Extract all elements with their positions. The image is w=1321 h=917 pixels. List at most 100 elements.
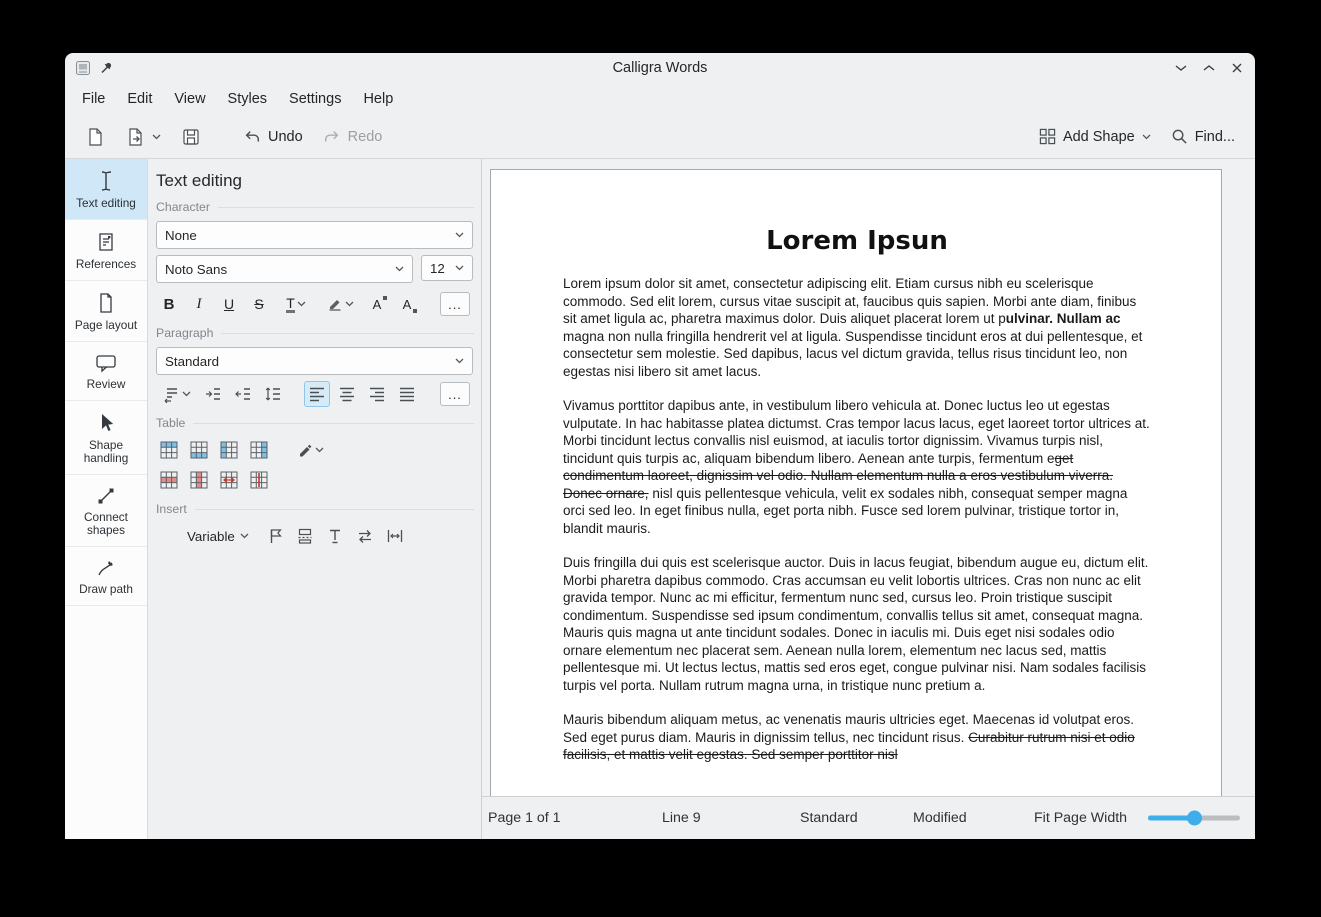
character-format-row: B I U S T A A ... xyxy=(156,291,474,317)
menu-view[interactable]: View xyxy=(163,86,216,112)
document-title[interactable]: Lorem Ipsun xyxy=(563,226,1151,256)
zoom-mode-button[interactable]: Fit Page Width xyxy=(1034,810,1127,826)
paragraph[interactable]: Mauris bibendum aliquam metus, ac venena… xyxy=(563,711,1151,764)
sidebar-item-page-layout[interactable]: Page layout xyxy=(65,281,147,342)
document-page[interactable]: Lorem Ipsun Lorem ipsum dolor sit amet, … xyxy=(490,169,1222,796)
align-right-icon xyxy=(368,385,386,403)
align-left-button[interactable] xyxy=(304,381,330,407)
variable-select[interactable]: Variable xyxy=(178,524,258,549)
paragraph[interactable]: Vivamus porttitor dapibus ante, in vesti… xyxy=(563,397,1151,537)
document-area[interactable]: Lorem Ipsun Lorem ipsum dolor sit amet, … xyxy=(482,159,1255,796)
split-cells-icon xyxy=(249,470,269,490)
app-icon xyxy=(75,60,91,76)
maximize-button[interactable] xyxy=(1201,60,1217,76)
line-spacing-button[interactable] xyxy=(260,381,286,407)
sidebar-item-connect-shapes[interactable]: Connect shapes xyxy=(65,475,147,547)
font-family-select[interactable]: Noto Sans xyxy=(156,255,413,283)
font-size-select[interactable]: 12 xyxy=(421,255,473,281)
paragraph-style-select[interactable]: Standard xyxy=(156,347,473,375)
insert-column-left-button[interactable] xyxy=(216,437,242,463)
superscript-button[interactable]: A xyxy=(364,291,390,317)
paragraph-format-row: ... xyxy=(156,381,474,407)
shape-handling-icon xyxy=(96,412,116,434)
font-size-value: 12 xyxy=(430,261,445,276)
close-button[interactable] xyxy=(1229,60,1245,76)
zoom-slider[interactable] xyxy=(1148,797,1240,839)
insert-section-button[interactable] xyxy=(292,523,318,549)
sidebar-item-text-editing[interactable]: Text editing xyxy=(65,159,147,220)
distribute-button[interactable] xyxy=(382,523,408,549)
increase-indent-button[interactable] xyxy=(200,381,226,407)
sidebar-item-review[interactable]: Review xyxy=(65,342,147,401)
align-center-button[interactable] xyxy=(334,381,360,407)
decrease-indent-button[interactable] xyxy=(230,381,256,407)
align-justify-button[interactable] xyxy=(394,381,420,407)
menu-file[interactable]: File xyxy=(71,86,116,112)
text-run[interactable]: magna non nulla fringilla hendrerit vel … xyxy=(563,329,1142,379)
redo-button[interactable]: Redo xyxy=(315,122,391,152)
swap-direction-button[interactable] xyxy=(352,523,378,549)
paragraph[interactable]: Duis fringilla dui quis est scelerisque … xyxy=(563,554,1151,694)
insert-column-right-button[interactable] xyxy=(246,437,272,463)
split-cells-button[interactable] xyxy=(246,467,272,493)
highlight-color-button[interactable] xyxy=(320,291,360,317)
table-border-pen-button[interactable] xyxy=(290,437,330,463)
align-right-button[interactable] xyxy=(364,381,390,407)
menu-styles[interactable]: Styles xyxy=(217,86,279,112)
underline-button[interactable]: U xyxy=(216,291,242,317)
menu-settings[interactable]: Settings xyxy=(278,86,352,112)
text-run[interactable]: ulvinar. Nullam ac xyxy=(1006,311,1121,326)
character-section-label: Character xyxy=(156,200,210,214)
italic-button[interactable]: I xyxy=(186,291,212,317)
insert-text-icon xyxy=(326,527,344,545)
subscript-button[interactable]: A xyxy=(394,291,420,317)
character-style-select[interactable]: None xyxy=(156,221,473,249)
insert-text-button[interactable] xyxy=(322,523,348,549)
insert-row-below-button[interactable] xyxy=(186,437,212,463)
text-run[interactable]: nisl quis pellentesque vehicula, velit e… xyxy=(563,486,1127,536)
paragraph[interactable]: Lorem ipsum dolor sit amet, consectetur … xyxy=(563,275,1151,380)
variable-label: Variable xyxy=(187,529,235,544)
insert-row-above-button[interactable] xyxy=(156,437,182,463)
increase-indent-icon xyxy=(204,385,222,403)
add-shape-button[interactable]: Add Shape xyxy=(1031,122,1159,151)
menu-help[interactable]: Help xyxy=(352,86,404,112)
subscript-icon: A xyxy=(403,297,412,312)
insert-bookmark-button[interactable] xyxy=(262,523,288,549)
undo-button[interactable]: Undo xyxy=(235,122,311,152)
find-button[interactable]: Find... xyxy=(1163,122,1243,151)
menu-edit[interactable]: Edit xyxy=(116,86,163,112)
minimize-button[interactable] xyxy=(1173,60,1189,76)
sidebar-item-shape-handling[interactable]: Shape handling xyxy=(65,401,147,475)
text-color-button[interactable]: T xyxy=(276,291,316,317)
paragraph-style-indicator[interactable]: Standard xyxy=(800,810,858,826)
character-more-button[interactable]: ... xyxy=(440,292,470,316)
new-document-button[interactable] xyxy=(77,121,113,153)
bold-button[interactable]: B xyxy=(156,291,182,317)
line-indicator: Line 9 xyxy=(662,810,701,826)
text-run[interactable]: Duis fringilla dui quis est scelerisque … xyxy=(563,555,1148,693)
delete-row-button[interactable] xyxy=(156,467,182,493)
titlebar[interactable]: Calligra Words xyxy=(65,53,1255,82)
paragraph-more-button[interactable]: ... xyxy=(440,382,470,406)
strikethrough-button[interactable]: S xyxy=(246,291,272,317)
zoom-slider-handle[interactable] xyxy=(1187,811,1202,826)
decrease-indent-icon xyxy=(234,385,252,403)
text-editing-icon xyxy=(96,170,116,192)
chevron-down-icon xyxy=(455,265,464,271)
sidebar-item-references[interactable]: References xyxy=(65,220,147,281)
window-controls xyxy=(1173,60,1245,76)
tool-sidebar: Text editing References Page layout Revi… xyxy=(65,159,148,839)
line-spacing-icon xyxy=(264,385,282,403)
merge-cells-button[interactable] xyxy=(216,467,242,493)
save-button[interactable] xyxy=(173,121,209,153)
add-shape-label: Add Shape xyxy=(1063,129,1135,145)
delete-column-button[interactable] xyxy=(186,467,212,493)
document-paragraphs[interactable]: Lorem ipsum dolor sit amet, consectetur … xyxy=(563,275,1151,764)
text-direction-button[interactable] xyxy=(156,381,196,407)
open-document-button[interactable] xyxy=(117,121,169,153)
delete-row-icon xyxy=(159,470,179,490)
insert-row: Variable xyxy=(156,523,474,549)
sidebar-item-draw-path[interactable]: Draw path xyxy=(65,547,147,606)
pin-icon[interactable] xyxy=(99,61,113,75)
